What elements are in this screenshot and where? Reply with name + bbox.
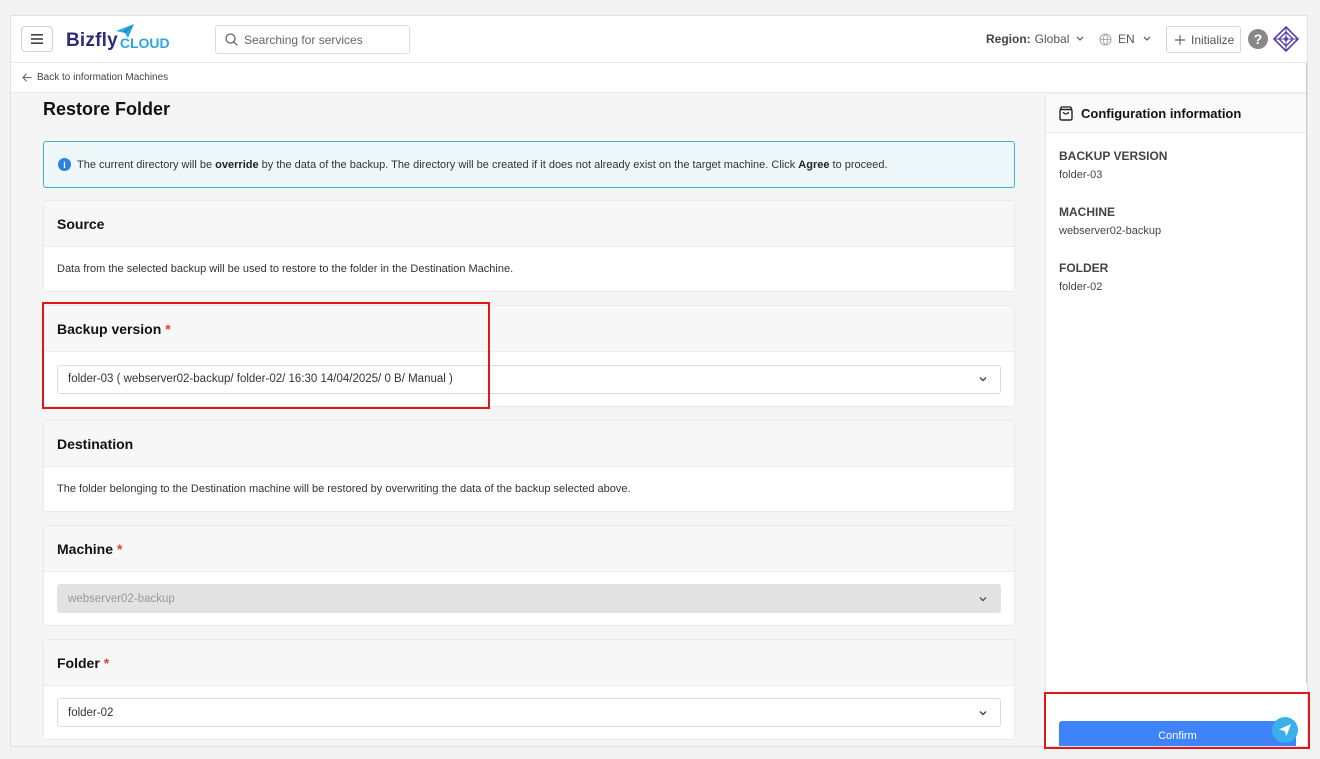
- brand-logo[interactable]: Bizfly CLOUD: [66, 24, 170, 56]
- arrow-left-icon: [22, 73, 32, 82]
- source-card: Source Data from the selected backup wil…: [43, 200, 1015, 292]
- machine-value: webserver02-backup: [68, 592, 175, 605]
- back-link[interactable]: Back to information Machines: [22, 72, 168, 83]
- paper-plane-icon: [116, 24, 134, 38]
- service-search[interactable]: [215, 25, 410, 54]
- info-alert: i The current directory will be override…: [43, 141, 1015, 188]
- help-icon[interactable]: ?: [1248, 29, 1268, 49]
- chevron-down-icon: [979, 596, 987, 601]
- folder-card: Folder * folder-02: [43, 639, 1015, 740]
- config-item-backup-version: BACKUP VERSION folder-03: [1059, 149, 1168, 181]
- back-link-label: Back to information Machines: [37, 72, 169, 83]
- folder-select[interactable]: folder-02: [57, 698, 1001, 727]
- shopping-bag-icon: [1059, 106, 1073, 121]
- folder-title: Folder: [57, 654, 100, 671]
- info-icon: i: [58, 158, 71, 171]
- config-item-folder: FOLDER folder-02: [1059, 261, 1109, 293]
- search-input[interactable]: [244, 32, 404, 47]
- search-icon: [225, 33, 238, 46]
- destination-description: The folder belonging to the Destination …: [57, 483, 631, 495]
- chat-fab[interactable]: [1272, 717, 1298, 743]
- chevron-down-icon: [1143, 36, 1151, 41]
- breadcrumb-bar: Back to information Machines: [11, 63, 1307, 93]
- logo-main-text: Bizfly: [66, 30, 118, 51]
- language-selector[interactable]: EN: [1099, 32, 1153, 46]
- globe-icon: [1099, 32, 1112, 46]
- plus-icon: [1175, 34, 1185, 45]
- avatar[interactable]: [1273, 26, 1299, 52]
- highlight-box-backup-version: [42, 302, 490, 409]
- scrollbar[interactable]: [1306, 63, 1307, 683]
- page-title: Restore Folder: [43, 99, 171, 119]
- chevron-down-icon: [1076, 36, 1084, 41]
- alert-text: The current directory will be override b…: [77, 158, 888, 171]
- top-header: Bizfly CLOUD Region: Global EN Initializ…: [11, 16, 1307, 63]
- region-selector[interactable]: Region: Global: [986, 32, 1087, 46]
- machine-header: Machine *: [44, 526, 1014, 572]
- machine-title: Machine: [57, 540, 114, 557]
- configuration-title: Configuration information: [1081, 106, 1242, 121]
- machine-card: Machine * webserver02-backup: [43, 525, 1015, 626]
- initialize-button[interactable]: Initialize: [1166, 26, 1241, 53]
- source-title: Source: [44, 201, 1014, 247]
- menu-button[interactable]: [21, 26, 53, 52]
- hamburger-icon: [31, 34, 43, 44]
- required-mark: *: [103, 654, 110, 671]
- configuration-panel: Configuration information BACKUP VERSION…: [1045, 95, 1307, 746]
- initialize-label: Initialize: [1191, 32, 1235, 47]
- region-value: Global: [1034, 32, 1070, 46]
- folder-value: folder-02: [68, 706, 114, 719]
- send-icon: [1279, 724, 1291, 736]
- chevron-down-icon: [979, 710, 987, 715]
- highlight-box-confirm: [1044, 692, 1310, 749]
- folder-header: Folder *: [44, 640, 1014, 686]
- required-mark: *: [117, 540, 123, 557]
- destination-title: Destination: [44, 421, 1014, 467]
- language-value: EN: [1118, 32, 1135, 46]
- configuration-header: Configuration information: [1046, 95, 1307, 133]
- machine-select: webserver02-backup: [57, 584, 1001, 613]
- destination-card: Destination The folder belonging to the …: [43, 420, 1015, 512]
- config-item-machine: MACHINE webserver02-backup: [1059, 205, 1162, 237]
- source-description: Data from the selected backup will be us…: [57, 263, 514, 275]
- region-label: Region:: [986, 32, 1031, 46]
- chevron-down-icon: [979, 377, 987, 382]
